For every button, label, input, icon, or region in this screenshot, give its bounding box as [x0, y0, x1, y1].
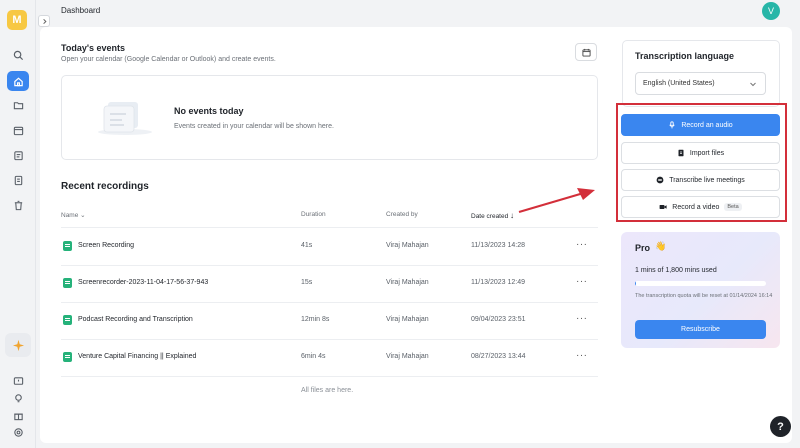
home-icon[interactable] [7, 71, 29, 91]
language-value: English (United States) [643, 80, 715, 87]
left-rail: M [0, 0, 36, 448]
settings-icon[interactable] [7, 422, 29, 442]
waving-hand-icon: 👋 [655, 241, 667, 251]
file-icon [63, 278, 72, 288]
chevron-down-icon: ⌄ [80, 212, 86, 219]
more-options-icon[interactable]: ··· [576, 350, 588, 361]
events-title: Today's events [61, 43, 125, 53]
usage-progress-bar [635, 281, 766, 286]
recording-date: 11/13/2023 14:28 [471, 242, 525, 249]
recording-name[interactable]: Venture Capital Financing || Explained [78, 353, 196, 360]
more-options-icon[interactable]: ··· [576, 276, 588, 287]
transcription-language-title: Transcription language [635, 51, 735, 61]
resubscribe-button[interactable]: Resubscribe [635, 320, 766, 339]
recording-creator: Viraj Mahajan [386, 316, 429, 323]
more-options-icon[interactable]: ··· [576, 313, 588, 324]
empty-calendar-illustration [98, 102, 152, 135]
recording-creator: Viraj Mahajan [386, 242, 429, 249]
table-row[interactable]: Podcast Recording and Transcription 12mi… [61, 302, 598, 339]
workspace-logo[interactable]: M [7, 10, 27, 30]
column-name-label: Name [61, 212, 79, 219]
table-row[interactable]: Screen Recording 41s Viraj Mahajan 11/13… [61, 228, 598, 265]
recording-date: 09/04/2023 23:51 [471, 316, 526, 323]
usage-text: 1 mins of 1,800 mins used [635, 267, 717, 274]
all-files-note: All files are here. [301, 387, 354, 394]
recording-duration: 41s [301, 242, 313, 249]
file-icon [63, 352, 72, 362]
column-date-created[interactable]: Date created ↓ [471, 211, 514, 220]
recording-date: 11/13/2023 12:49 [471, 279, 525, 286]
column-name[interactable]: Name ⌄ [61, 211, 86, 219]
no-events-title: No events today [174, 106, 244, 116]
usage-progress-fill [635, 281, 637, 286]
trash-icon[interactable] [7, 195, 29, 215]
search-icon[interactable] [7, 45, 29, 65]
chevron-down-icon [750, 82, 756, 87]
calendar-icon[interactable] [7, 120, 29, 140]
recording-name[interactable]: Screenrecorder-2023-11-04-17-56-37-943 [78, 279, 208, 286]
sparkle-icon[interactable] [5, 333, 31, 357]
recording-date: 08/27/2023 13:44 [471, 353, 526, 360]
open-calendar-button[interactable] [575, 43, 597, 61]
events-subtitle: Open your calendar (Google Calendar or O… [61, 56, 276, 63]
help-button[interactable]: ? [770, 416, 791, 437]
language-select[interactable]: English (United States) [635, 72, 766, 95]
column-date-label: Date created [471, 213, 509, 220]
highlight-box [616, 103, 787, 222]
recording-name[interactable]: Screen Recording [78, 242, 134, 249]
recording-name[interactable]: Podcast Recording and Transcription [78, 316, 193, 323]
column-created-by: Created by [386, 211, 418, 218]
notes-icon[interactable] [7, 145, 29, 165]
sort-arrow-down-icon: ↓ [510, 211, 515, 220]
table-divider [61, 376, 598, 377]
recording-creator: Viraj Mahajan [386, 279, 429, 286]
recording-duration: 6min 4s [301, 353, 326, 360]
file-icon [63, 315, 72, 325]
column-duration: Duration [301, 211, 326, 218]
recording-duration: 15s [301, 279, 313, 286]
folder-icon[interactable] [7, 95, 29, 115]
recording-creator: Viraj Mahajan [386, 353, 429, 360]
page-title: Dashboard [61, 6, 101, 15]
table-row[interactable]: Screenrecorder-2023-11-04-17-56-37-943 1… [61, 265, 598, 302]
document-icon[interactable] [7, 170, 29, 190]
file-icon [63, 241, 72, 251]
no-events-note: Events created in your calendar will be … [174, 123, 334, 130]
quota-reset-note: The transcription quota will be reset at… [635, 293, 773, 299]
recent-recordings-title: Recent recordings [61, 181, 149, 192]
red-arrow-annotation [518, 188, 595, 214]
avatar[interactable]: V [762, 2, 780, 20]
table-row[interactable]: Venture Capital Financing || Explained 6… [61, 339, 598, 376]
recording-duration: 12min 8s [301, 316, 330, 323]
expand-sidebar-button[interactable] [38, 15, 50, 27]
pro-title: Pro [635, 243, 651, 253]
more-options-icon[interactable]: ··· [576, 239, 588, 250]
